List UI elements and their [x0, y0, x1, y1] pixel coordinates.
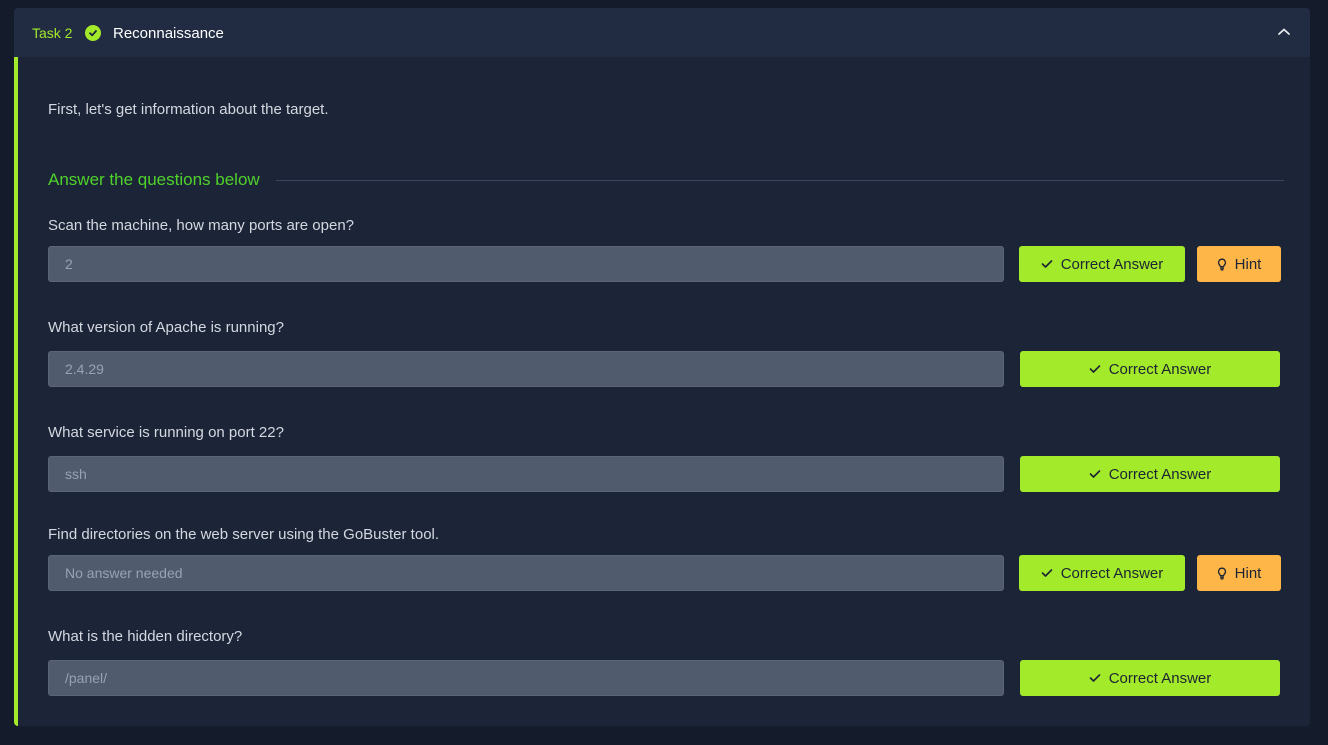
- task-card: Task 2 Reconnaissance First, let's get i…: [14, 8, 1310, 726]
- correct-answer-button[interactable]: Correct Answer: [1019, 246, 1185, 282]
- button-label: Hint: [1234, 255, 1262, 273]
- section-title: Answer the questions below: [48, 170, 260, 189]
- question-label: Find directories on the web server using…: [48, 526, 440, 543]
- button-label: Hint: [1234, 564, 1262, 582]
- button-label: Correct Answer: [1108, 669, 1212, 687]
- task-number: Task 2: [32, 25, 73, 41]
- task-header[interactable]: Task 2 Reconnaissance: [14, 8, 1310, 57]
- check-icon: [1089, 364, 1101, 374]
- check-icon: [1089, 673, 1101, 683]
- correct-answer-button[interactable]: Correct Answer: [1019, 555, 1185, 591]
- hint-button[interactable]: Hint: [1197, 555, 1281, 591]
- task-title: Reconnaissance: [113, 25, 224, 42]
- answer-field[interactable]: No answer needed: [48, 555, 1004, 591]
- button-label: Correct Answer: [1060, 564, 1164, 582]
- correct-answer-button[interactable]: Correct Answer: [1020, 456, 1280, 492]
- answer-field[interactable]: ssh: [48, 456, 1004, 492]
- chevron-up-icon[interactable]: [1274, 22, 1294, 42]
- check-icon: [1089, 469, 1101, 479]
- lightbulb-icon: [1217, 567, 1227, 580]
- check-icon: [1041, 259, 1053, 269]
- answer-field[interactable]: 2: [48, 246, 1004, 282]
- check-icon: [1041, 568, 1053, 578]
- correct-answer-button[interactable]: Correct Answer: [1020, 660, 1280, 696]
- lightbulb-icon: [1217, 258, 1227, 271]
- task-body: First, let's get information about the t…: [14, 57, 1310, 726]
- button-label: Correct Answer: [1060, 255, 1164, 273]
- answer-field[interactable]: /panel/: [48, 660, 1004, 696]
- button-label: Correct Answer: [1108, 360, 1212, 378]
- question-label: What version of Apache is running?: [48, 319, 284, 336]
- button-label: Correct Answer: [1108, 465, 1212, 483]
- answer-field[interactable]: 2.4.29: [48, 351, 1004, 387]
- task-intro: First, let's get information about the t…: [48, 101, 329, 118]
- hint-button[interactable]: Hint: [1197, 246, 1281, 282]
- check-circle-icon: [85, 25, 101, 41]
- question-label: What is the hidden directory?: [48, 628, 243, 645]
- questions-section-header: Answer the questions below: [48, 170, 1284, 190]
- question-label: What service is running on port 22?: [48, 424, 284, 441]
- correct-answer-button[interactable]: Correct Answer: [1020, 351, 1280, 387]
- question-label: Scan the machine, how many ports are ope…: [48, 217, 355, 234]
- section-divider: [275, 179, 1284, 181]
